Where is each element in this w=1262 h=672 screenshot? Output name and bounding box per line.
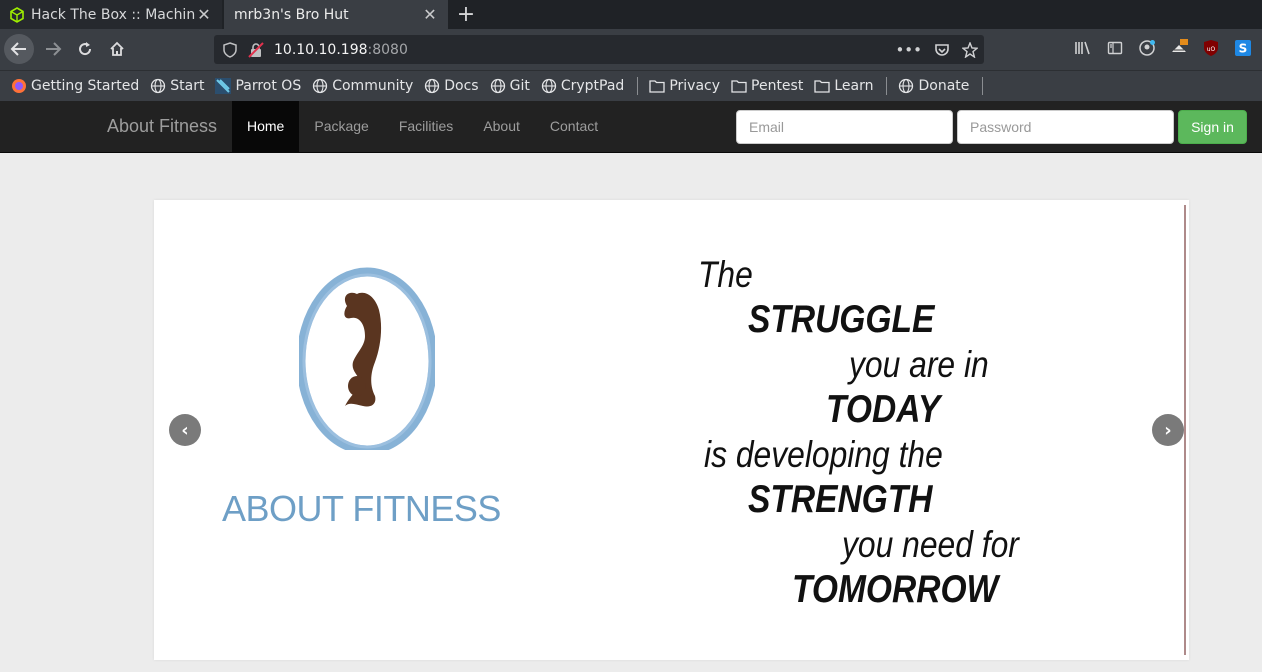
globe-icon [313,78,328,94]
quote-line: TODAY [826,388,941,431]
bookmark-separator [982,77,984,95]
svg-text:uO: uO [1207,46,1216,53]
menu-home[interactable]: Home [232,101,300,152]
tab-hack-the-box[interactable]: Hack The Box :: Machines ✕ [0,0,222,29]
home-icon[interactable] [102,34,132,64]
bookmark-label: Parrot OS [235,78,302,94]
menu-facilities[interactable]: Facilities [384,101,468,152]
carousel-next-chevron-icon[interactable]: › [1152,414,1184,446]
tab-bro-hut[interactable]: mrb3n's Bro Hut ✕ [224,0,448,29]
quote-line: STRUGGLE [748,298,935,341]
bookmarks-bar: Getting Started Start Parrot OS Communit… [0,70,1262,101]
site-navbar: About Fitness Home Package Facilities Ab… [0,101,1262,153]
bookmark-getting-started[interactable]: Getting Started [11,78,139,94]
globe-icon [490,78,505,94]
page-actions-icon[interactable]: ••• [895,41,922,59]
new-tab-plus-icon[interactable]: + [455,2,477,27]
forward-arrow-icon[interactable] [38,34,68,64]
bookmark-label: Donate [918,78,970,94]
bookmark-label: Learn [834,78,874,94]
bookmark-folder-pentest[interactable]: Pentest [731,78,803,94]
back-arrow-icon[interactable] [4,34,34,64]
quote-line: TOMORROW [792,568,999,611]
folder-icon [731,80,747,93]
bookmark-label: Docs [444,78,479,94]
globe-icon [541,78,556,94]
menu-package[interactable]: Package [299,101,383,152]
bookmark-label: Git [509,78,530,94]
svg-text:S: S [1239,42,1248,56]
password-field[interactable] [957,110,1174,144]
menu-about[interactable]: About [468,101,535,152]
folder-icon [649,80,665,93]
bookmark-separator [637,77,639,95]
url-port: :8080 [367,41,408,58]
hero-carousel: ABOUT FITNESS The STRUGGLE you are in TO… [154,200,1189,660]
reload-icon[interactable] [70,34,100,64]
bookmark-parrot-os[interactable]: Parrot OS [215,78,301,94]
firefox-icon [12,79,26,93]
bookmark-label: Pentest [751,78,804,94]
parrot-icon [215,78,232,94]
bookmark-label: Privacy [669,78,721,94]
slide-edge [1184,205,1186,655]
bookmark-folder-learn[interactable]: Learn [814,78,873,94]
pocket-icon[interactable] [934,42,950,58]
s-extension-icon[interactable]: S [1232,37,1254,59]
shield-icon[interactable] [222,41,238,58]
globe-icon [899,78,914,94]
quote-line: The [698,254,753,295]
browser-nav-bar: 10.10.10.198:8080 ••• uO S [0,29,1262,70]
carousel-prev-chevron-icon[interactable]: ‹ [169,414,201,446]
bookmark-git[interactable]: Git [490,78,530,94]
bookmark-folder-privacy[interactable]: Privacy [649,78,720,94]
bookmark-start[interactable]: Start [150,78,204,94]
browser-tab-bar: Hack The Box :: Machines ✕ mrb3n's Bro H… [0,0,1262,29]
quote-line: STRENGTH [748,478,933,521]
bookmark-cryptpad[interactable]: CryptPad [541,78,624,94]
quote-line: you need for [842,524,1019,565]
close-icon[interactable]: ✕ [196,5,212,24]
bookmark-label: Start [170,78,205,94]
quote-line: is developing the [704,434,943,475]
htb-cube-icon [10,6,24,23]
globe-icon [425,78,440,94]
bookmark-star-icon[interactable] [962,41,978,58]
sidebar-icon[interactable] [1104,37,1126,59]
url-bar[interactable]: 10.10.10.198:8080 ••• [214,35,984,64]
email-field[interactable] [736,110,953,144]
site-menu: Home Package Facilities About Contact [232,101,613,152]
account-icon[interactable] [1136,37,1158,59]
insecure-lock-icon[interactable] [248,41,264,58]
bookmark-separator [886,77,888,95]
url-text: 10.10.10.198:8080 [274,42,408,58]
yoga-pose-logo-icon [299,267,435,450]
bookmark-label: Getting Started [31,78,140,94]
folder-icon [814,80,830,93]
bookmark-label: CryptPad [560,78,625,94]
library-icon[interactable] [1072,37,1094,59]
bookmark-community[interactable]: Community [312,78,413,94]
url-host: 10.10.10.198 [274,41,368,58]
tab-title: Hack The Box :: Machines [31,6,196,23]
tab-title: mrb3n's Bro Hut [234,6,349,23]
about-fitness-logo-text: ABOUT FITNESS [222,488,501,529]
bookmark-docs[interactable]: Docs [424,78,479,94]
globe-icon [151,78,166,94]
bookmark-donate[interactable]: Donate [898,78,969,94]
quote-line: you are in [849,344,989,385]
sign-in-button[interactable]: Sign in [1178,110,1247,144]
foxyproxy-icon[interactable] [1168,37,1190,59]
ublock-icon[interactable]: uO [1200,37,1222,59]
site-brand[interactable]: About Fitness [107,116,217,137]
close-icon[interactable]: ✕ [422,5,438,24]
menu-contact[interactable]: Contact [535,101,613,152]
bookmark-label: Community [332,78,414,94]
toolbar-icons: uO S [1072,37,1254,59]
